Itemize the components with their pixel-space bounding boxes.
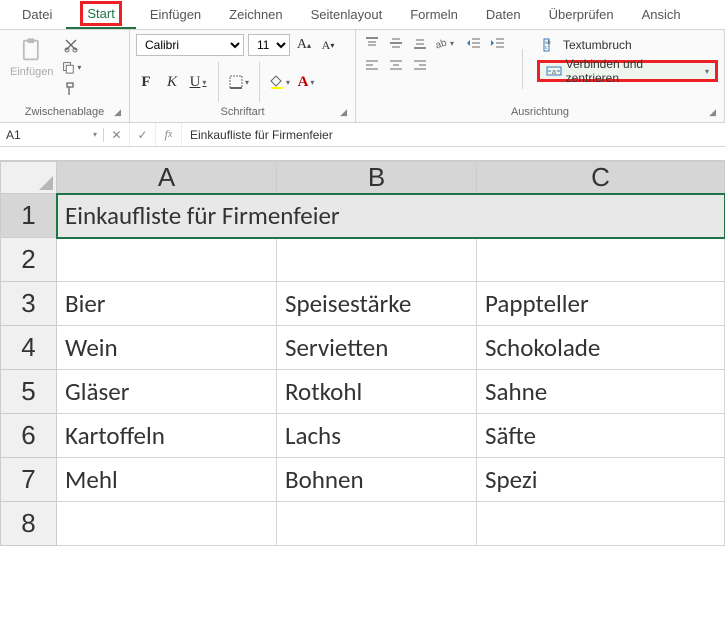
tab-einfuegen[interactable]: Einfügen	[136, 1, 215, 28]
font-size-select[interactable]: 11	[248, 34, 290, 56]
col-header-a[interactable]: A	[57, 162, 277, 194]
tab-ansicht[interactable]: Ansich	[628, 1, 695, 28]
separator	[259, 62, 260, 102]
align-top-icon[interactable]	[362, 34, 382, 52]
align-center-icon[interactable]	[386, 56, 406, 74]
cell-a3[interactable]: Bier	[57, 282, 277, 326]
dialog-launcher-icon[interactable]: ◢	[709, 107, 716, 118]
cell-a8[interactable]	[57, 502, 277, 546]
orientation-icon[interactable]: ab	[434, 34, 454, 52]
chevron-down-icon: ▾	[705, 67, 709, 76]
cell-c3[interactable]: Pappteller	[477, 282, 725, 326]
confirm-formula-icon[interactable]: ✓	[130, 123, 156, 146]
cancel-formula-icon[interactable]: ✕	[104, 123, 130, 146]
cell-b2[interactable]	[277, 238, 477, 282]
tab-seitenlayout[interactable]: Seitenlayout	[297, 1, 397, 28]
name-box[interactable]: A1	[0, 128, 104, 142]
row-header-5[interactable]: 5	[1, 370, 57, 414]
row-header-8[interactable]: 8	[1, 502, 57, 546]
dialog-launcher-icon[interactable]: ◢	[340, 107, 347, 118]
cell-c2[interactable]	[477, 238, 725, 282]
tab-ueberpruefen[interactable]: Überprüfen	[535, 1, 628, 28]
cell-c4[interactable]: Schokolade	[477, 326, 725, 370]
wrap-text-icon: abc	[543, 38, 559, 52]
fill-color-icon[interactable]	[270, 72, 290, 92]
row-header-7[interactable]: 7	[1, 458, 57, 502]
fx-icon[interactable]: fx	[156, 123, 182, 146]
format-painter-icon[interactable]	[61, 80, 81, 98]
row-header-2[interactable]: 2	[1, 238, 57, 282]
cell-a7[interactable]: Mehl	[57, 458, 277, 502]
svg-text:a: a	[552, 69, 556, 76]
font-name-select[interactable]: Calibri	[136, 34, 244, 56]
svg-text:ab: ab	[434, 37, 448, 50]
row-header-4[interactable]: 4	[1, 326, 57, 370]
ribbon: Einfügen Zwischenablage◢ Calibri 11 A▴ A…	[0, 30, 725, 123]
merge-center-label: Verbinden und zentrieren	[566, 57, 697, 85]
merge-center-icon: a	[546, 64, 562, 78]
group-clipboard: Einfügen Zwischenablage◢	[0, 30, 130, 122]
tab-formeln[interactable]: Formeln	[396, 1, 472, 28]
ribbon-tabs: Datei Start Einfügen Zeichnen Seitenlayo…	[0, 0, 725, 30]
bold-button[interactable]: F	[136, 72, 156, 92]
borders-icon[interactable]	[229, 72, 249, 92]
col-header-b[interactable]: B	[277, 162, 477, 194]
cell-a2[interactable]	[57, 238, 277, 282]
font-color-icon[interactable]: A	[296, 72, 316, 92]
italic-button[interactable]: K	[162, 72, 182, 92]
separator	[522, 49, 523, 89]
dialog-launcher-icon[interactable]: ◢	[114, 107, 121, 118]
copy-icon[interactable]	[61, 58, 81, 76]
tab-start[interactable]: Start	[66, 0, 135, 29]
cell-c7[interactable]: Spezi	[477, 458, 725, 502]
row-header-6[interactable]: 6	[1, 414, 57, 458]
formula-input[interactable]: Einkaufliste für Firmenfeier	[182, 128, 725, 142]
align-right-icon[interactable]	[410, 56, 430, 74]
row-header-3[interactable]: 3	[1, 282, 57, 326]
decrease-font-icon[interactable]: A▾	[318, 35, 338, 55]
align-middle-icon[interactable]	[386, 34, 406, 52]
underline-button[interactable]: U	[188, 72, 208, 92]
cell-b6[interactable]: Lachs	[277, 414, 477, 458]
increase-font-icon[interactable]: A▴	[294, 35, 314, 55]
paste-button[interactable]: Einfügen	[6, 34, 57, 80]
cell-b3[interactable]: Speisestärke	[277, 282, 477, 326]
cell-c8[interactable]	[477, 502, 725, 546]
group-clipboard-label: Zwischenablage◢	[6, 104, 123, 120]
wrap-text-button[interactable]: abc Textumbruch	[537, 34, 718, 56]
group-alignment-label: Ausrichtung◢	[362, 104, 718, 120]
decrease-indent-icon[interactable]	[464, 34, 484, 52]
select-all-corner[interactable]	[1, 162, 57, 194]
group-alignment: ab abc Textumbruch	[356, 30, 725, 122]
separator	[218, 62, 219, 102]
tab-zeichnen[interactable]: Zeichnen	[215, 1, 296, 28]
cut-icon[interactable]	[61, 36, 81, 54]
cell-b8[interactable]	[277, 502, 477, 546]
formula-bar: A1 ✕ ✓ fx Einkaufliste für Firmenfeier	[0, 123, 725, 147]
cell-a4[interactable]: Wein	[57, 326, 277, 370]
tab-daten[interactable]: Daten	[472, 1, 535, 28]
group-font: Calibri 11 A▴ A▾ F K U A Schriftart◢	[130, 30, 356, 122]
spreadsheet-grid: A B C 1 Einkaufliste für Firmenfeier 2 3…	[0, 161, 725, 546]
increase-indent-icon[interactable]	[488, 34, 508, 52]
cell-a1-merged[interactable]: Einkaufliste für Firmenfeier	[57, 194, 725, 238]
cell-c5[interactable]: Sahne	[477, 370, 725, 414]
col-header-c[interactable]: C	[477, 162, 725, 194]
tab-datei[interactable]: Datei	[8, 1, 66, 28]
group-font-label: Schriftart◢	[136, 104, 349, 120]
align-left-icon[interactable]	[362, 56, 382, 74]
align-bottom-icon[interactable]	[410, 34, 430, 52]
cell-b5[interactable]: Rotkohl	[277, 370, 477, 414]
grid-top-strip	[0, 147, 725, 161]
cell-b4[interactable]: Servietten	[277, 326, 477, 370]
cell-b7[interactable]: Bohnen	[277, 458, 477, 502]
highlight-start-tab: Start	[80, 1, 121, 26]
wrap-text-label: Textumbruch	[563, 38, 632, 52]
cell-c6[interactable]: Säfte	[477, 414, 725, 458]
paste-label: Einfügen	[10, 66, 53, 78]
merge-center-button[interactable]: a Verbinden und zentrieren ▾	[537, 60, 718, 82]
cell-a6[interactable]: Kartoffeln	[57, 414, 277, 458]
cell-a5[interactable]: Gläser	[57, 370, 277, 414]
row-header-1[interactable]: 1	[1, 194, 57, 238]
